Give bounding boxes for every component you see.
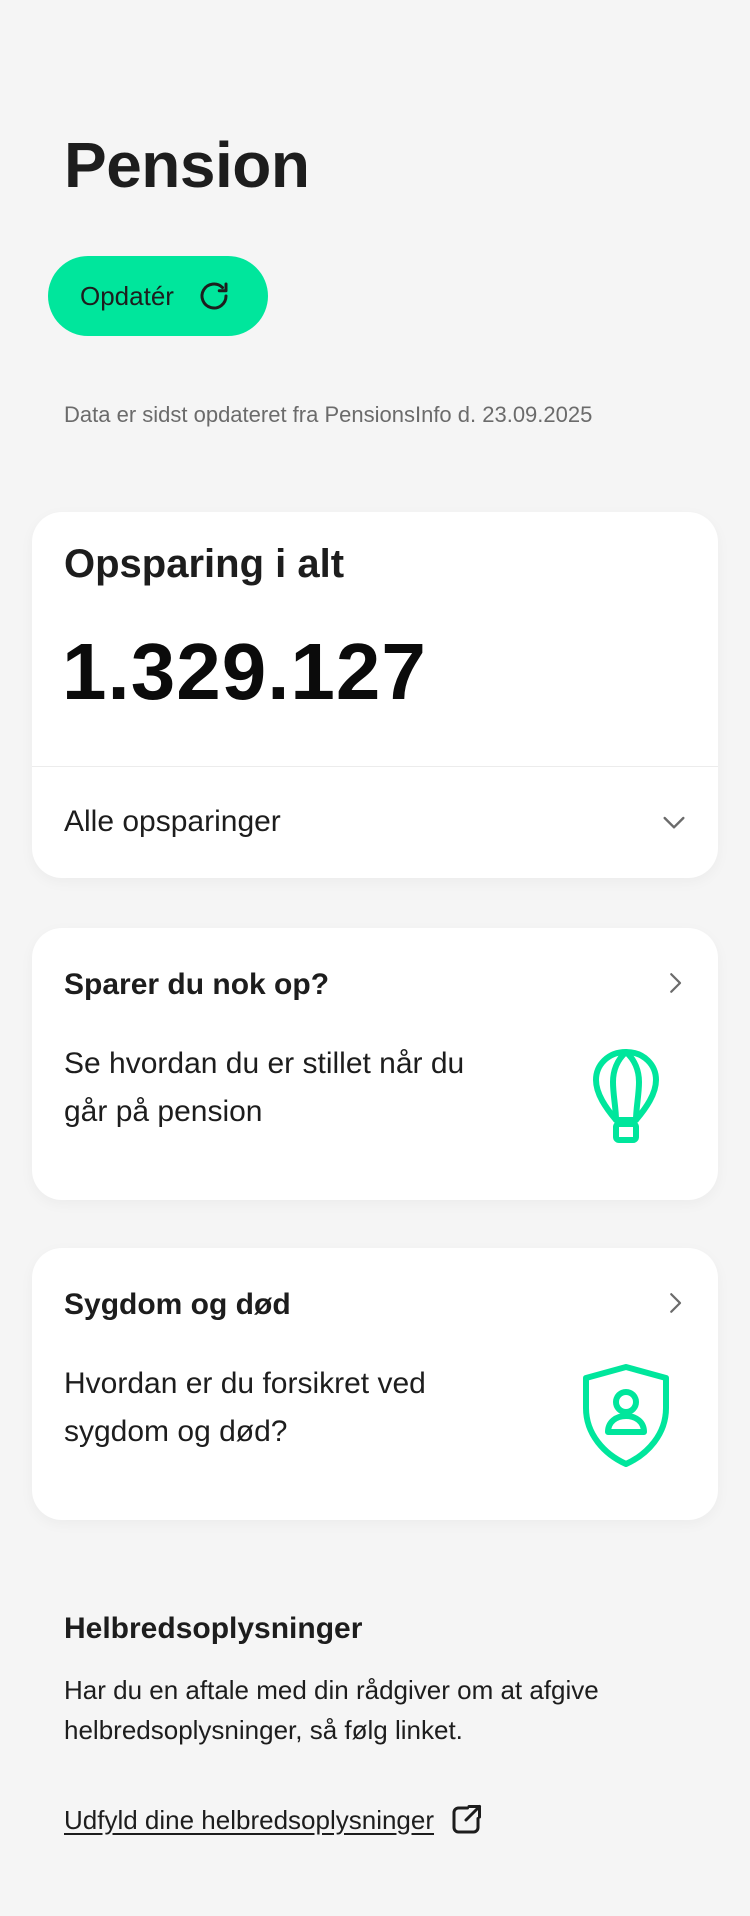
savings-dropdown[interactable]: Alle opsparinger xyxy=(32,767,718,877)
page-title: Pension xyxy=(64,129,310,201)
card-title: Sygdom og død xyxy=(64,1288,291,1321)
refresh-icon xyxy=(196,278,232,314)
health-info-title: Helbredsoplysninger xyxy=(64,1612,363,1645)
external-link-icon xyxy=(448,1802,484,1838)
card-description: Se hvordan du er stillet når du går på p… xyxy=(64,1047,465,1128)
card-description: Hvordan er du forsikret ved sygdom og dø… xyxy=(64,1367,426,1448)
chevron-right-icon xyxy=(660,968,690,998)
update-button[interactable]: Opdatér xyxy=(48,256,268,336)
savings-dropdown-label: Alle opsparinger xyxy=(64,805,281,838)
health-info-link[interactable]: Udfyld dine helbredsoplysninger xyxy=(64,1802,484,1838)
illness-and-death-card[interactable]: Sygdom og død Hvordan er du forsikret ve… xyxy=(32,1248,718,1520)
chevron-down-icon xyxy=(658,806,690,838)
update-button-label: Opdatér xyxy=(80,280,174,311)
shield-person-icon xyxy=(580,1360,672,1472)
savings-card: Opsparing i alt 1.329.127 Alle opsparing… xyxy=(32,512,718,878)
pension-page: Pension Opdatér Data er sidst opdateret … xyxy=(0,0,750,1916)
health-info-description: Har du en aftale med din rådgiver om at … xyxy=(64,1675,599,1745)
health-info-link-label: Udfyld dine helbredsoplysninger xyxy=(64,1804,435,1835)
retirement-savings-card[interactable]: Sparer du nok op? Se hvordan du er still… xyxy=(32,928,718,1200)
card-title: Sparer du nok op? xyxy=(64,968,330,1001)
savings-total: 1.329.127 xyxy=(62,627,427,716)
chevron-right-icon xyxy=(660,1288,690,1318)
savings-heading: Opsparing i alt xyxy=(64,542,345,586)
last-updated-note: Data er sidst opdateret fra PensionsInfo… xyxy=(64,402,593,427)
hot-air-balloon-icon xyxy=(580,1040,672,1152)
